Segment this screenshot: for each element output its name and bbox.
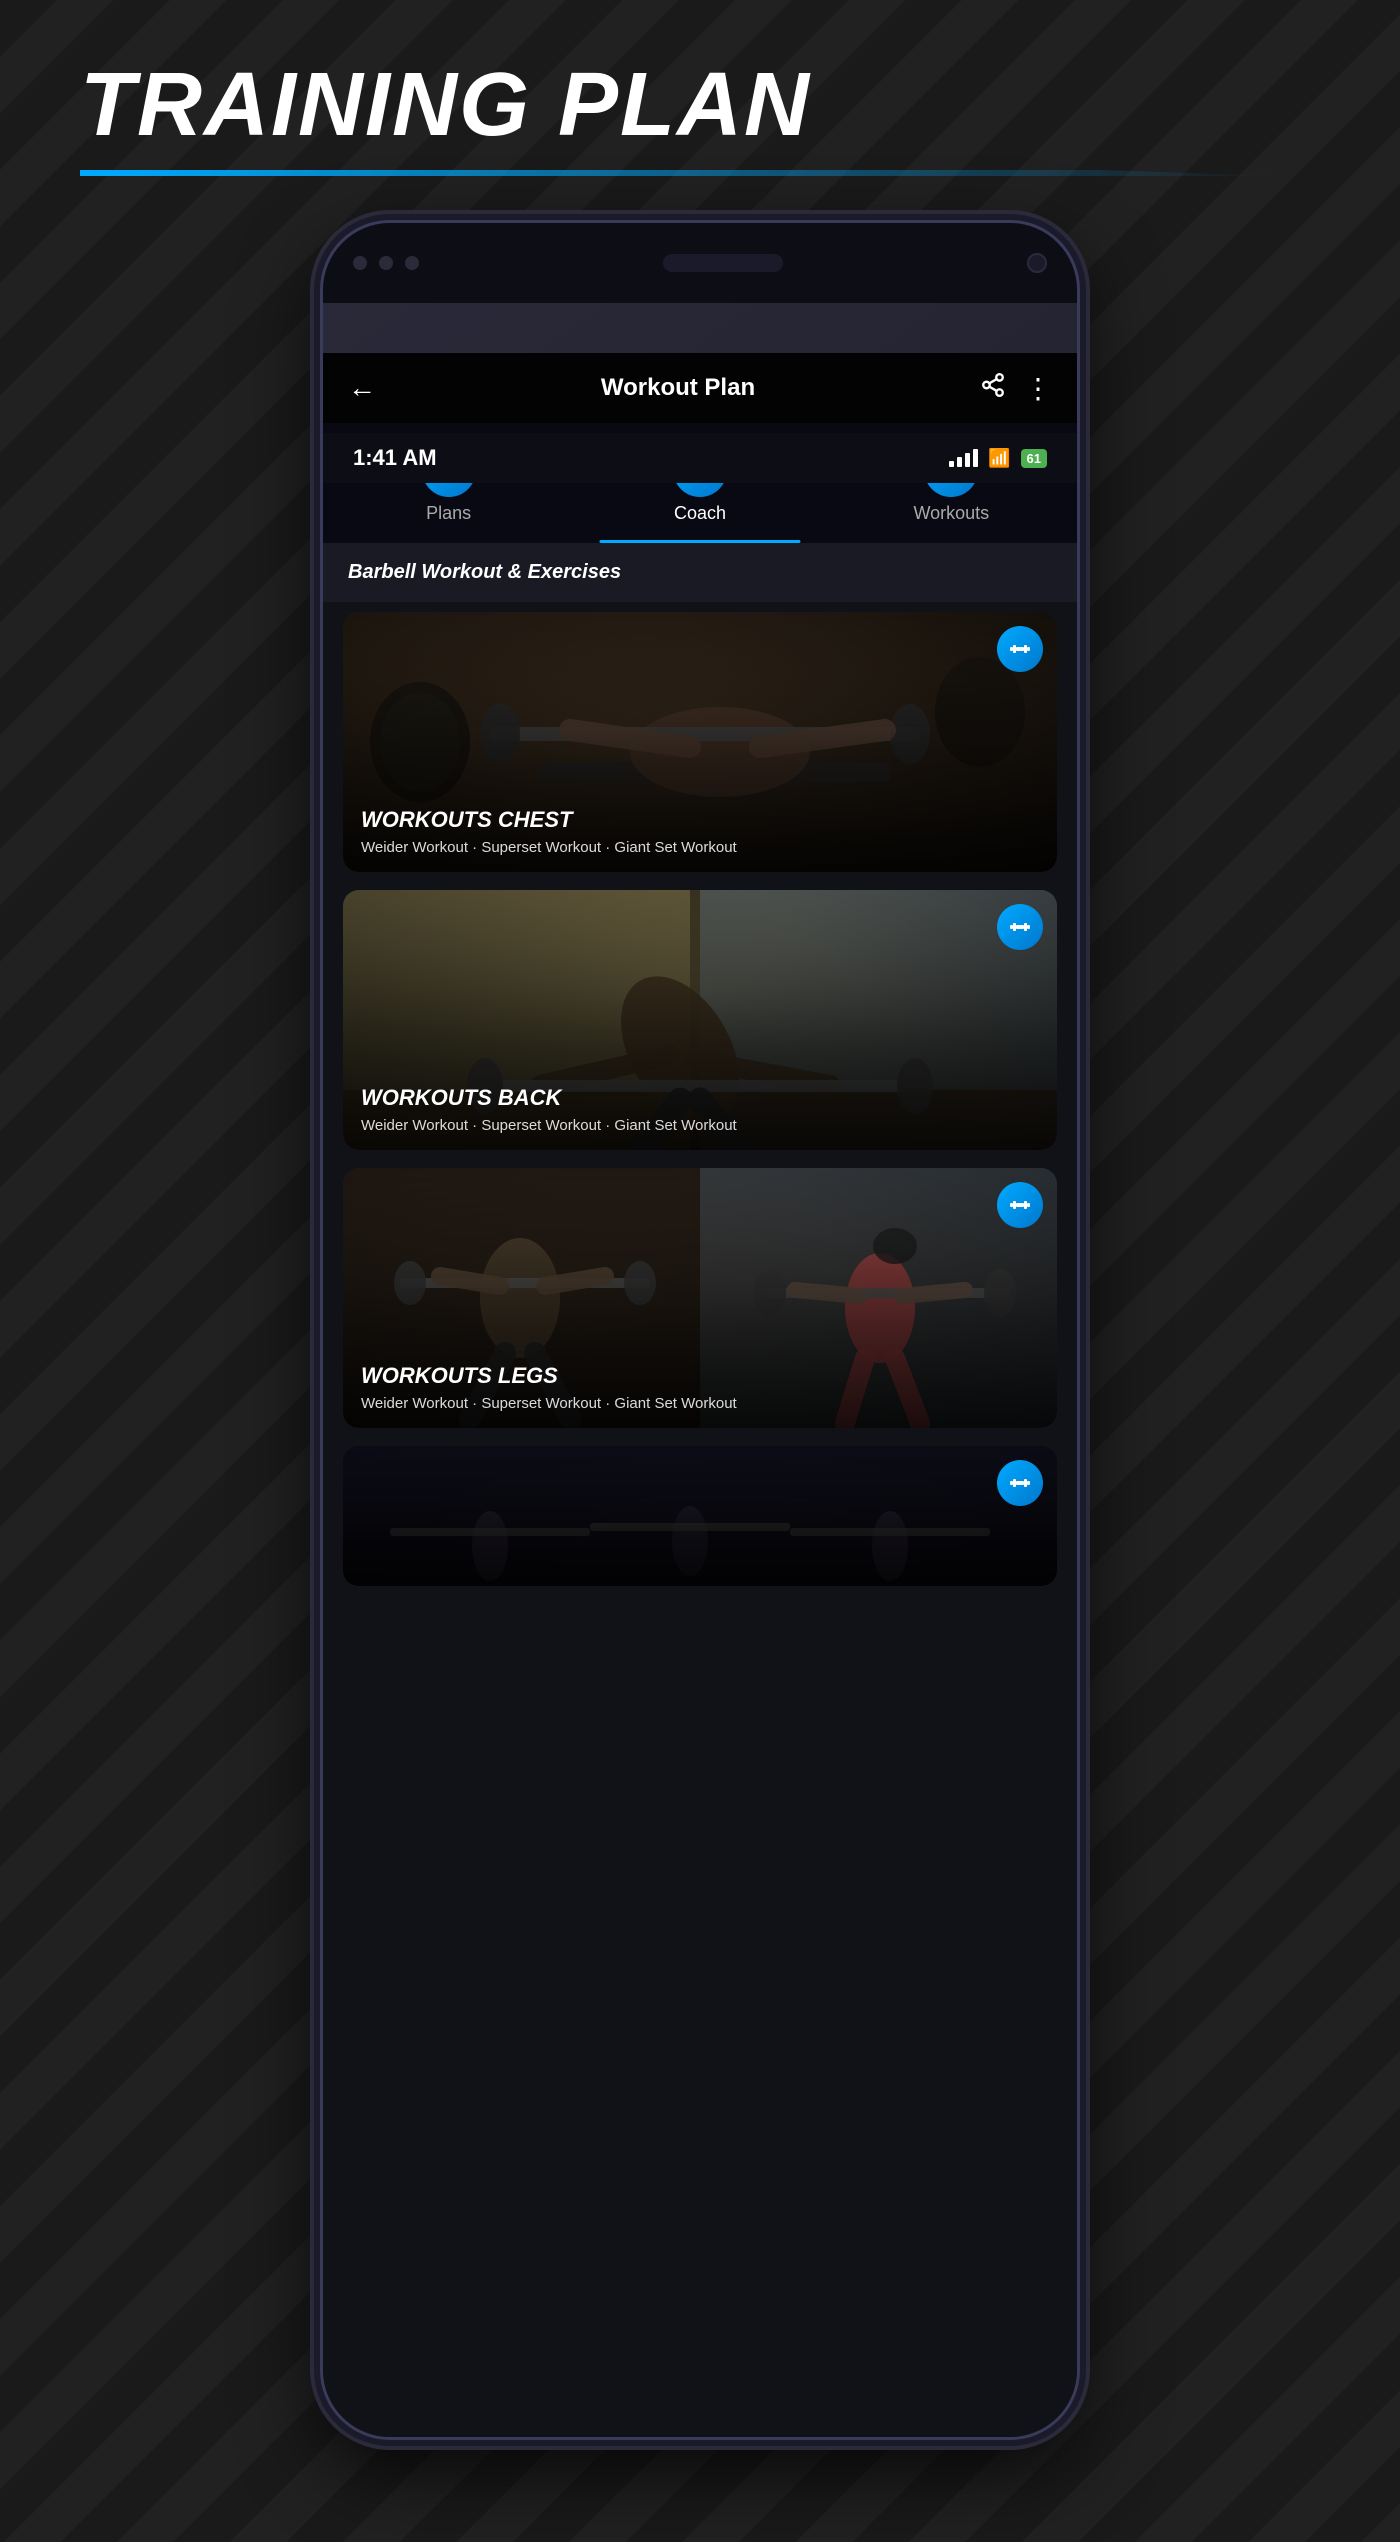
- card-title-back: WORKOUTS BACK: [361, 1085, 1039, 1111]
- workout-card-back[interactable]: WORKOUTS BACK Weider Workout · Superset …: [343, 890, 1057, 1150]
- card-title-legs: WORKOUTS LEGS: [361, 1363, 1039, 1389]
- phone-dot: [405, 256, 419, 270]
- signal-bar-4: [973, 449, 978, 467]
- header-title: Workout Plan: [601, 374, 755, 402]
- back-button[interactable]: ←: [348, 372, 376, 404]
- card-content-legs: WORKOUTS LEGS Weider Workout · Superset …: [343, 1347, 1057, 1428]
- card-overlay: [343, 1446, 1057, 1586]
- workout-card-extra[interactable]: [343, 1446, 1057, 1586]
- phone-frame: 1:41 AM 📶 61 ← Workout Plan: [320, 220, 1080, 2440]
- signal-bars: [949, 449, 978, 467]
- phone-top-bar: [323, 223, 1077, 303]
- phone-dot: [379, 256, 393, 270]
- header-icons: ⋮: [980, 372, 1052, 405]
- card-subtitle-back: Weider Workout · Superset Workout · Gian…: [361, 1117, 1039, 1134]
- signal-bar-3: [965, 453, 970, 467]
- app-header: ← Workout Plan ⋮: [323, 353, 1077, 423]
- wifi-icon: 📶: [988, 448, 1010, 469]
- status-icons: 📶 61: [949, 448, 1047, 469]
- blue-accent-line: [80, 170, 1280, 176]
- card-subtitle-legs: Weider Workout · Superset Workout · Gian…: [361, 1395, 1039, 1412]
- page-title: TRAINING PLAN: [80, 60, 1280, 150]
- status-bar: 1:41 AM 📶 61: [323, 433, 1077, 483]
- card-title-chest: WORKOUTS CHEST: [361, 807, 1039, 833]
- card-content-chest: WORKOUTS CHEST Weider Workout · Superset…: [343, 791, 1057, 872]
- share-icon[interactable]: [980, 372, 1006, 405]
- section-label: Barbell Workout & Exercises: [323, 543, 1077, 602]
- card-subtitle-chest: Weider Workout · Superset Workout · Gian…: [361, 839, 1039, 856]
- workout-card-legs[interactable]: WORKOUTS LEGS Weider Workout · Superset …: [343, 1168, 1057, 1428]
- more-options-icon[interactable]: ⋮: [1024, 372, 1052, 405]
- card-badge-extra: [997, 1460, 1043, 1506]
- signal-bar-1: [949, 461, 954, 467]
- tab-coach-label: Coach: [674, 503, 726, 524]
- app-content: 1:41 AM 📶 61 ← Workout Plan: [323, 353, 1077, 2437]
- status-time: 1:41 AM: [353, 445, 437, 471]
- phone-camera: [1027, 253, 1047, 273]
- phone-dot: [353, 256, 367, 270]
- workout-cards-list: WORKOUTS CHEST Weider Workout · Superset…: [323, 602, 1077, 1596]
- card-badge-chest: [997, 626, 1043, 672]
- phone-speaker: [663, 254, 783, 272]
- page-title-area: TRAINING PLAN: [80, 60, 1280, 176]
- phone-dots: [353, 256, 419, 270]
- card-badge-legs: [997, 1182, 1043, 1228]
- battery-icon: 61: [1021, 449, 1047, 468]
- tab-workouts-label: Workouts: [913, 503, 989, 524]
- card-content-back: WORKOUTS BACK Weider Workout · Superset …: [343, 1069, 1057, 1150]
- workout-card-chest[interactable]: WORKOUTS CHEST Weider Workout · Superset…: [343, 612, 1057, 872]
- signal-bar-2: [957, 457, 962, 467]
- tab-plans-label: Plans: [426, 503, 471, 524]
- card-badge-back: [997, 904, 1043, 950]
